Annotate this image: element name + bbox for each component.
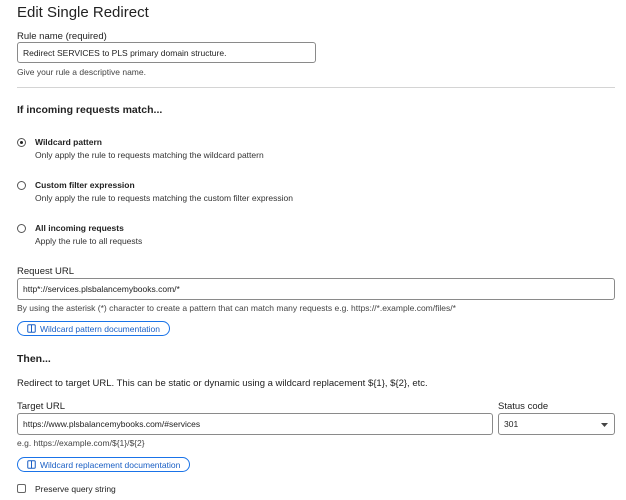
status-code-value: 301 <box>504 419 519 429</box>
rule-name-label: Rule name (required) <box>17 31 107 42</box>
target-url-label: Target URL <box>17 401 66 412</box>
radio-all-requests[interactable] <box>17 224 26 233</box>
wildcard-pattern-doc-label: Wildcard pattern documentation <box>40 323 161 334</box>
radio-all-requests-desc: Apply the rule to all requests <box>35 236 143 246</box>
request-url-label: Request URL <box>17 266 75 277</box>
document-icon <box>27 324 36 333</box>
then-description: Redirect to target URL. This can be stat… <box>17 378 428 389</box>
target-url-help: e.g. https://example.com/${1}/${2} <box>17 438 145 448</box>
target-url-input[interactable]: https://www.plsbalancemybooks.com/#servi… <box>17 413 493 435</box>
request-url-value: http*://services.plsbalancemybooks.com/* <box>23 284 180 294</box>
request-url-help: By using the asterisk (*) character to c… <box>17 303 456 313</box>
wildcard-pattern-doc-button[interactable]: Wildcard pattern documentation <box>17 321 171 336</box>
then-heading: Then... <box>17 353 51 365</box>
radio-wildcard-pattern-desc: Only apply the rule to requests matching… <box>35 150 264 160</box>
radio-custom-filter-title: Custom filter expression <box>35 180 135 190</box>
chevron-down-icon <box>601 423 608 427</box>
status-code-label: Status code <box>498 401 549 412</box>
radio-custom-filter-desc: Only apply the rule to requests matching… <box>35 193 293 203</box>
wildcard-replacement-doc-label: Wildcard replacement documentation <box>40 459 181 470</box>
page-title: Edit Single Redirect <box>17 4 149 21</box>
document-icon <box>27 460 36 469</box>
status-code-select[interactable]: 301 <box>498 413 615 435</box>
rule-name-value: Redirect SERVICES to PLS primary domain … <box>23 47 227 58</box>
rule-name-input[interactable]: Redirect SERVICES to PLS primary domain … <box>17 42 316 63</box>
preserve-query-label: Preserve query string <box>35 484 116 494</box>
match-heading: If incoming requests match... <box>17 104 163 116</box>
request-url-input[interactable]: http*://services.plsbalancemybooks.com/* <box>17 278 615 300</box>
section-divider <box>17 87 615 88</box>
target-url-value: https://www.plsbalancemybooks.com/#servi… <box>23 419 201 429</box>
rule-name-help: Give your rule a descriptive name. <box>17 67 146 77</box>
radio-custom-filter[interactable] <box>17 181 26 190</box>
radio-wildcard-pattern[interactable] <box>17 138 26 147</box>
preserve-query-checkbox[interactable] <box>17 484 26 493</box>
radio-all-requests-title: All incoming requests <box>35 223 124 233</box>
wildcard-replacement-doc-button[interactable]: Wildcard replacement documentation <box>17 457 191 472</box>
radio-wildcard-pattern-title: Wildcard pattern <box>35 137 102 147</box>
